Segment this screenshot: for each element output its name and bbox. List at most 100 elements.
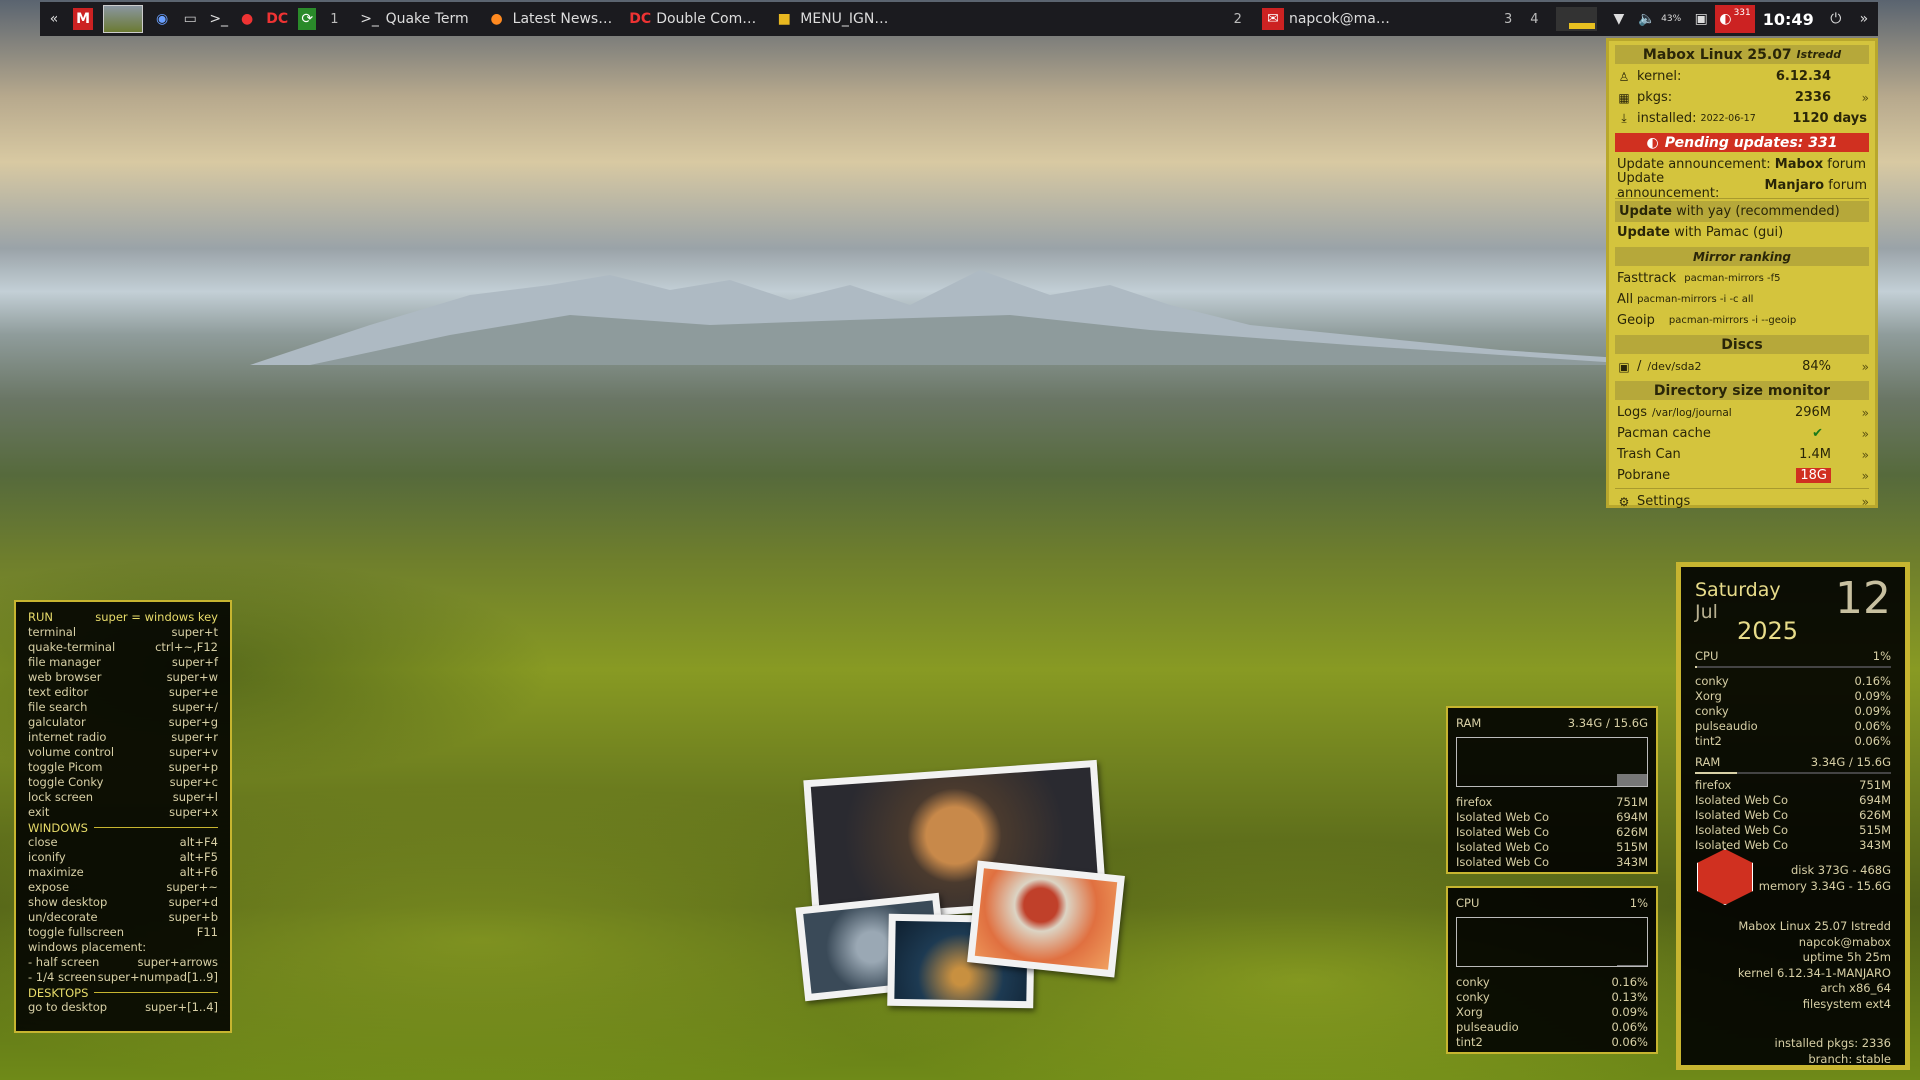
- process-row-value: 0.13%: [1611, 990, 1648, 1004]
- double-commander-icon: DC: [629, 11, 652, 27]
- expand-panel-icon[interactable]: »: [1855, 8, 1873, 30]
- shortcut-row: text editor super+e: [28, 685, 218, 700]
- download-icon: ⤓: [1621, 111, 1627, 125]
- task-latest-news[interactable]: ● Latest News…: [481, 8, 613, 30]
- cpu-graph: [1456, 917, 1648, 967]
- volume-icon[interactable]: 🔈: [1638, 8, 1656, 30]
- shortcut-row-label: - 1/4 screen: [28, 970, 97, 984]
- announcement-manjaro[interactable]: Update announcement: Manjaro forum: [1609, 171, 1875, 201]
- cpu-process-list: conky 0.16% Xorg 0.09% conky 0.09% pulseaudio 0…: [1695, 674, 1891, 749]
- cpu-label: CPU: [1695, 649, 1719, 663]
- mirror-fasttrack[interactable]: Fasttrack pacman-mirrors -f5: [1609, 268, 1875, 289]
- process-row-label: conky: [1695, 704, 1729, 718]
- pobrane-label: Pobrane: [1617, 468, 1671, 483]
- shortcut-row-value: super+g: [168, 715, 218, 729]
- power-icon[interactable]: ⏻: [1827, 8, 1845, 30]
- cpu-usage: 1%: [1872, 649, 1891, 663]
- pending-updates-header[interactable]: ◐ Pending updates: 331: [1615, 133, 1869, 152]
- distro-codename: Istredd: [1796, 48, 1842, 61]
- mirror-geoip[interactable]: Geoip pacman-mirrors -i --geoip: [1609, 310, 1875, 331]
- pkgs-row[interactable]: ▦ pkgs: 2336 »: [1609, 87, 1875, 108]
- task-napcok[interactable]: ✉ napcok@ma…: [1257, 8, 1390, 30]
- kernel-row[interactable]: ♙ kernel: 6.12.34: [1609, 66, 1875, 87]
- shortcut-row-value: super+c: [169, 775, 218, 789]
- mirror-label: Fasttrack: [1617, 271, 1677, 286]
- process-row: conky 0.09%: [1695, 704, 1891, 719]
- shortcut-row-value: F11: [196, 925, 218, 939]
- terminal-launcher-icon[interactable]: >_: [209, 8, 228, 30]
- wallpaper-thumbnail-icon[interactable]: [102, 5, 143, 33]
- double-commander-launcher-icon[interactable]: DC: [266, 8, 288, 30]
- ram-process-list: firefox 751M Isolated Web Co 694M Isolated W…: [1695, 778, 1891, 853]
- process-row-label: firefox: [1695, 778, 1732, 792]
- update-rest: with yay (recommended): [1676, 204, 1840, 219]
- updates-indicator[interactable]: ◐ 331: [1715, 5, 1755, 33]
- trash-label: Trash Can: [1617, 447, 1681, 462]
- update-with-yay[interactable]: Update with yay (recommended): [1615, 201, 1869, 222]
- logs-row[interactable]: Logs /var/log/journal 296M »: [1609, 402, 1875, 423]
- mabox-menu-icon[interactable]: M: [73, 8, 93, 30]
- shortcut-row-label: terminal: [28, 625, 77, 639]
- process-row: tint2 0.06%: [1695, 734, 1891, 749]
- workspace-4[interactable]: 4: [1530, 12, 1538, 27]
- run-header: RUN super = windows key: [28, 610, 218, 625]
- submenu-arrow-icon: »: [1861, 359, 1869, 374]
- trash-row[interactable]: Trash Can 1.4M »: [1609, 444, 1875, 465]
- camera-icon[interactable]: ▣: [1692, 8, 1710, 30]
- shortcut-row: close alt+F4: [28, 835, 218, 850]
- update-with-pamac[interactable]: Update with Pamac (gui): [1609, 222, 1875, 243]
- shortcut-row: - half screen super+arrows: [28, 955, 218, 970]
- process-row-value: 751M: [1616, 795, 1648, 809]
- task-menu-ign[interactable]: ■ MENU_IGN…: [768, 8, 889, 30]
- separator: [1615, 488, 1869, 489]
- shortcut-row-value: ctrl+~,F12: [155, 640, 218, 654]
- shortcut-row-value: super+[1..4]: [145, 1000, 218, 1014]
- task-double-commander[interactable]: DC Double Com…: [624, 8, 756, 30]
- cherry-launcher-icon[interactable]: ●: [238, 8, 256, 30]
- installed-row[interactable]: ⤓ installed: 2022-06-17 1120 days: [1609, 108, 1875, 129]
- shortcut-row-label: go to desktop: [28, 1000, 108, 1014]
- screenshot-launcher-icon[interactable]: ⟳: [298, 8, 317, 30]
- pkgs-value: 2336: [1794, 90, 1831, 105]
- shortcut-row-value: super+f: [171, 655, 218, 669]
- process-row-value: 0.06%: [1854, 719, 1891, 733]
- mirror-all[interactable]: All pacman-mirrors -i -c all: [1609, 289, 1875, 310]
- disk-info: disk 373G - 468G: [1791, 863, 1891, 877]
- trash-size: 1.4M: [1799, 447, 1831, 462]
- pacman-cache-row[interactable]: Pacman cache ✔ »: [1609, 423, 1875, 444]
- browser-launcher-icon[interactable]: ◉: [153, 8, 171, 30]
- shortcut-row-label: file manager: [28, 655, 101, 669]
- mirror-label: Geoip: [1617, 313, 1655, 328]
- disc-row[interactable]: ▣ / /dev/sda2 84% »: [1609, 356, 1875, 377]
- process-row: Isolated Web Co 694M: [1695, 793, 1891, 808]
- pobrane-row[interactable]: Pobrane 18G »: [1609, 465, 1875, 486]
- workspace-3[interactable]: 3: [1504, 12, 1512, 27]
- clock[interactable]: 10:49: [1763, 10, 1814, 29]
- process-row-label: Xorg: [1456, 1005, 1483, 1019]
- shortcut-row-value: super+t: [171, 625, 218, 639]
- filesystem-info: filesystem ext4: [1802, 996, 1891, 1011]
- task-label: Double Com…: [656, 11, 757, 27]
- collapse-panel-icon[interactable]: «: [45, 8, 63, 30]
- process-row-value: 0.16%: [1611, 975, 1648, 989]
- workspace-1[interactable]: 1: [330, 12, 338, 27]
- task-label: napcok@ma…: [1288, 11, 1390, 27]
- photo-raccoon: [967, 860, 1125, 978]
- process-row-label: Isolated Web Co: [1456, 825, 1549, 839]
- network-wifi-icon[interactable]: ▼: [1610, 8, 1628, 30]
- shortcut-row-value: super+v: [169, 745, 218, 759]
- process-row-value: 626M: [1616, 825, 1648, 839]
- windows-header: WINDOWS: [28, 820, 218, 835]
- workspace-2[interactable]: 2: [1234, 12, 1242, 27]
- logs-path: /var/log/journal: [1652, 406, 1732, 419]
- file-manager-launcher-icon[interactable]: ▭: [181, 8, 199, 30]
- settings-row[interactable]: ⚙ Settings »: [1609, 491, 1875, 512]
- shortcut-row-label: toggle Conky: [28, 775, 104, 789]
- shortcut-row: expose super+~: [28, 880, 218, 895]
- process-row-value: 0.09%: [1854, 689, 1891, 703]
- user-info: napcok@mabox: [1798, 934, 1891, 949]
- update-bold: Update: [1617, 225, 1670, 240]
- shortcut-row-value: super+r: [171, 730, 218, 744]
- task-quake-term[interactable]: >_ Quake Term: [354, 8, 468, 30]
